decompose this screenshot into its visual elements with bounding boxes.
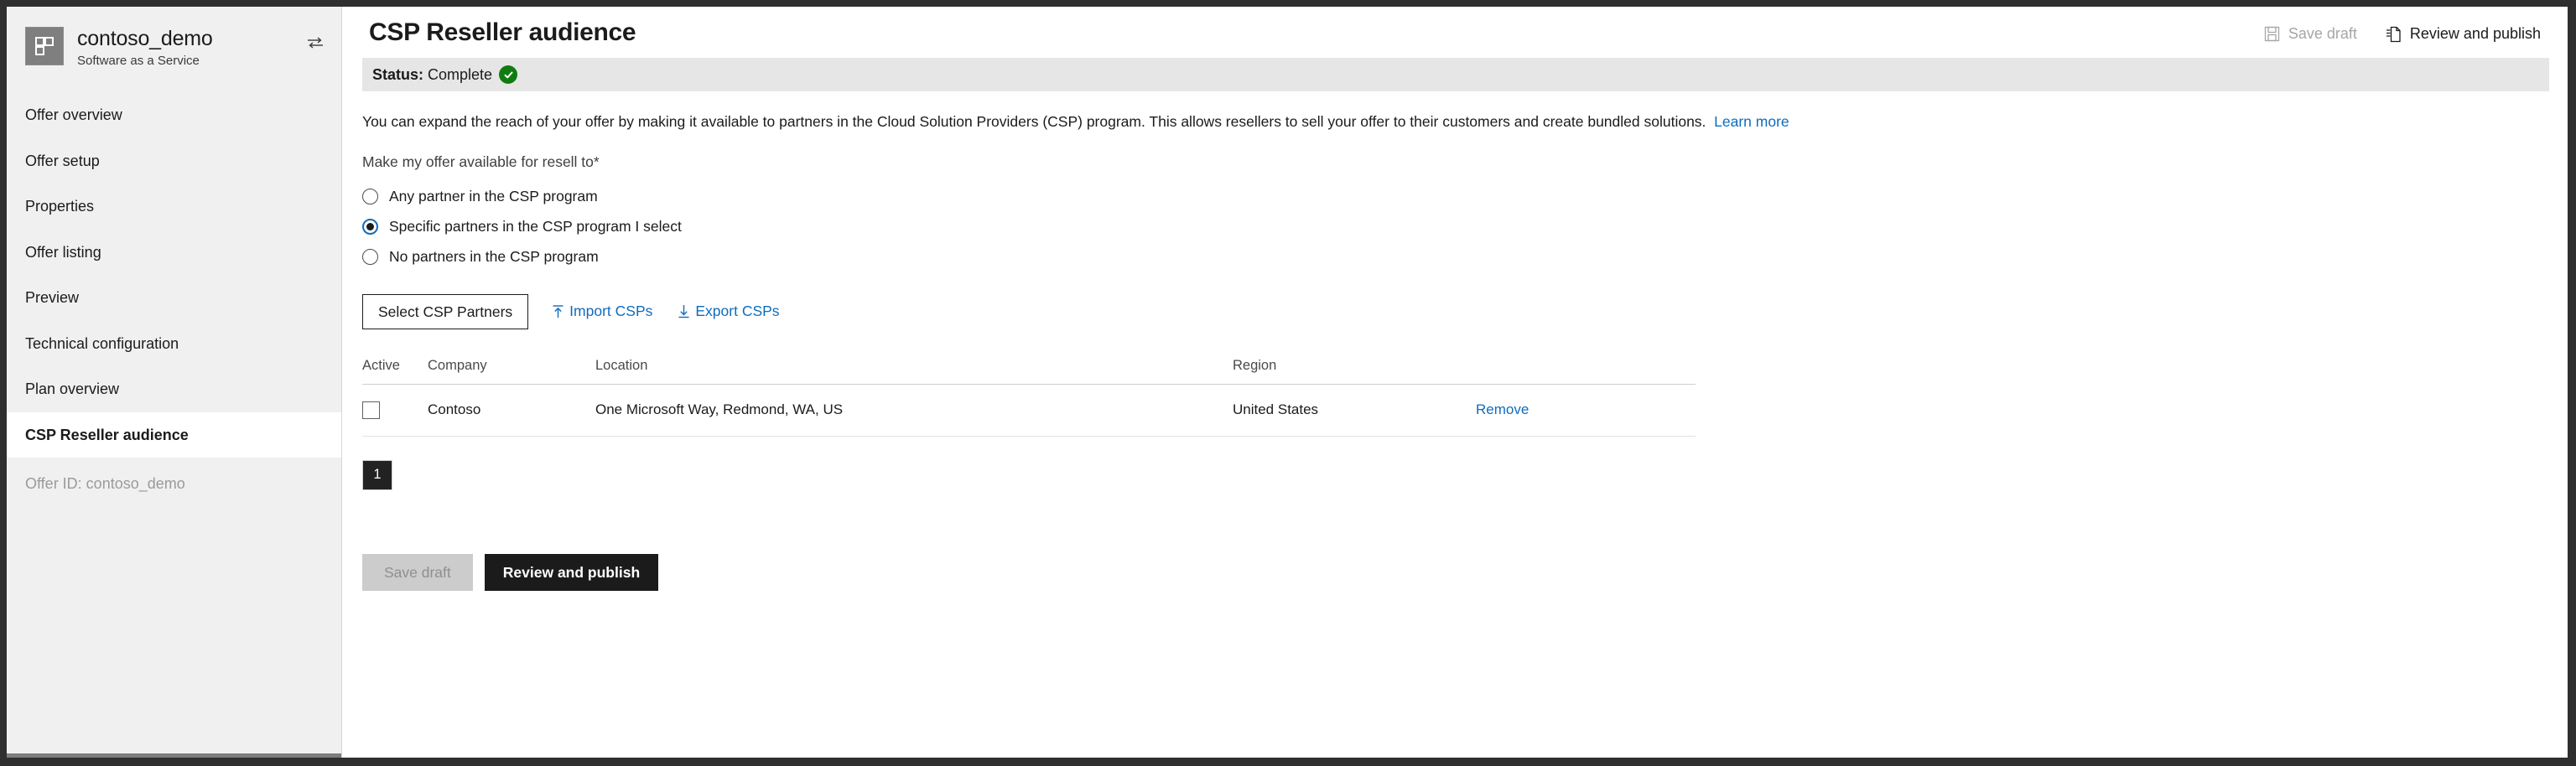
import-csps-label: Import CSPs <box>569 303 652 320</box>
window-frame: contoso_demo Software as a Service Offer… <box>0 0 2576 766</box>
save-draft-button-footer[interactable]: Save draft <box>362 554 473 591</box>
resell-field-label: Make my offer available for resell to* <box>362 153 2547 171</box>
learn-more-link[interactable]: Learn more <box>1714 113 1789 130</box>
pagination: 1 <box>362 460 2547 490</box>
app-window: contoso_demo Software as a Service Offer… <box>7 7 2568 758</box>
offer-meta: contoso_demo Software as a Service <box>77 27 291 69</box>
resell-radio-group: Any partner in the CSP program Specific … <box>362 182 2547 272</box>
sidebar-item-offer-setup[interactable]: Offer setup <box>7 138 341 184</box>
status-label: Status: <box>372 66 423 83</box>
table-header-row: Active Company Location Region <box>362 358 1696 385</box>
column-header-company: Company <box>428 358 595 385</box>
footer-action-row: Save draft Review and publish <box>362 554 2547 591</box>
radio-mark-icon <box>362 189 378 204</box>
column-header-active: Active <box>362 358 428 385</box>
radio-no-partners[interactable]: No partners in the CSP program <box>362 242 2547 272</box>
table-head: Active Company Location Region <box>362 358 1696 385</box>
export-csps-button[interactable]: Export CSPs <box>676 299 781 323</box>
status-value: Complete <box>428 66 492 83</box>
cell-region: United States <box>1233 384 1476 436</box>
save-draft-button-top[interactable]: Save draft <box>2264 23 2357 44</box>
swap-arrows-icon[interactable] <box>304 32 326 54</box>
grid-tile-icon <box>25 27 64 65</box>
publish-document-icon <box>2386 26 2402 43</box>
save-draft-label-top: Save draft <box>2288 25 2357 43</box>
intro-text: You can expand the reach of your offer b… <box>362 113 1706 130</box>
radio-specific-partners-label: Specific partners in the CSP program I s… <box>389 218 682 235</box>
table-row: Contoso One Microsoft Way, Redmond, WA, … <box>362 384 1696 436</box>
intro-paragraph: You can expand the reach of your offer b… <box>362 112 2547 132</box>
sidebar-bottom-rule <box>7 753 341 758</box>
required-asterisk: * <box>594 153 600 170</box>
row-active-checkbox[interactable] <box>362 401 380 419</box>
sidebar-nav: Offer overview Offer setup Properties Of… <box>7 92 341 458</box>
cell-location: One Microsoft Way, Redmond, WA, US <box>595 384 1233 436</box>
csp-action-row: Select CSP Partners Import CSPs <box>362 294 2547 329</box>
review-and-publish-button-footer[interactable]: Review and publish <box>485 554 658 591</box>
cell-remove: Remove <box>1476 384 1696 436</box>
pagination-page-1[interactable]: 1 <box>362 460 392 490</box>
top-action-bar: Save draft Review and publish <box>2264 18 2541 44</box>
sidebar-item-plan-overview[interactable]: Plan overview <box>7 366 341 412</box>
save-disk-icon <box>2264 26 2280 42</box>
radio-any-partner[interactable]: Any partner in the CSP program <box>362 182 2547 212</box>
radio-specific-partners[interactable]: Specific partners in the CSP program I s… <box>362 212 2547 242</box>
radio-mark-icon <box>362 249 378 265</box>
sidebar-item-csp-reseller-audience[interactable]: CSP Reseller audience <box>7 412 341 458</box>
form-content: You can expand the reach of your offer b… <box>342 91 2568 591</box>
column-header-actions <box>1476 358 1696 385</box>
radio-no-partners-label: No partners in the CSP program <box>389 248 599 266</box>
offer-type: Software as a Service <box>77 54 291 69</box>
sidebar-item-offer-overview[interactable]: Offer overview <box>7 92 341 138</box>
review-and-publish-button-top[interactable]: Review and publish <box>2386 23 2541 44</box>
select-csp-partners-button[interactable]: Select CSP Partners <box>362 294 528 329</box>
main-topbar: CSP Reseller audience Save draft <box>342 7 2568 46</box>
review-and-publish-label-top: Review and publish <box>2410 25 2541 43</box>
sidebar-item-technical-configuration[interactable]: Technical configuration <box>7 321 341 367</box>
check-circle-icon <box>499 65 517 84</box>
radio-mark-selected-icon <box>362 219 378 235</box>
sidebar-spacer <box>7 507 341 754</box>
cell-active <box>362 384 428 436</box>
sidebar: contoso_demo Software as a Service Offer… <box>7 7 342 758</box>
sidebar-item-offer-listing[interactable]: Offer listing <box>7 230 341 276</box>
cell-company: Contoso <box>428 384 595 436</box>
offer-name: contoso_demo <box>77 28 291 50</box>
remove-partner-link[interactable]: Remove <box>1476 401 1529 418</box>
main-content: CSP Reseller audience Save draft <box>342 7 2568 758</box>
table-body: Contoso One Microsoft Way, Redmond, WA, … <box>362 384 1696 436</box>
offer-header: contoso_demo Software as a Service <box>7 7 341 87</box>
sidebar-item-preview[interactable]: Preview <box>7 275 341 321</box>
import-csps-button[interactable]: Import CSPs <box>550 299 654 323</box>
sidebar-item-properties[interactable]: Properties <box>7 184 341 230</box>
csp-partners-table: Active Company Location Region Contoso O… <box>362 358 1696 437</box>
radio-any-partner-label: Any partner in the CSP program <box>389 188 598 205</box>
status-banner: Status: Complete <box>362 58 2549 91</box>
offer-id-label: Offer ID: contoso_demo <box>7 458 341 507</box>
column-header-region: Region <box>1233 358 1476 385</box>
status-text: Status: Complete <box>372 66 492 84</box>
upload-arrow-icon <box>552 304 564 318</box>
download-arrow-icon <box>678 304 690 318</box>
page-title: CSP Reseller audience <box>369 18 636 46</box>
resell-field-label-text: Make my offer available for resell to <box>362 153 594 170</box>
column-header-location: Location <box>595 358 1233 385</box>
export-csps-label: Export CSPs <box>695 303 779 320</box>
